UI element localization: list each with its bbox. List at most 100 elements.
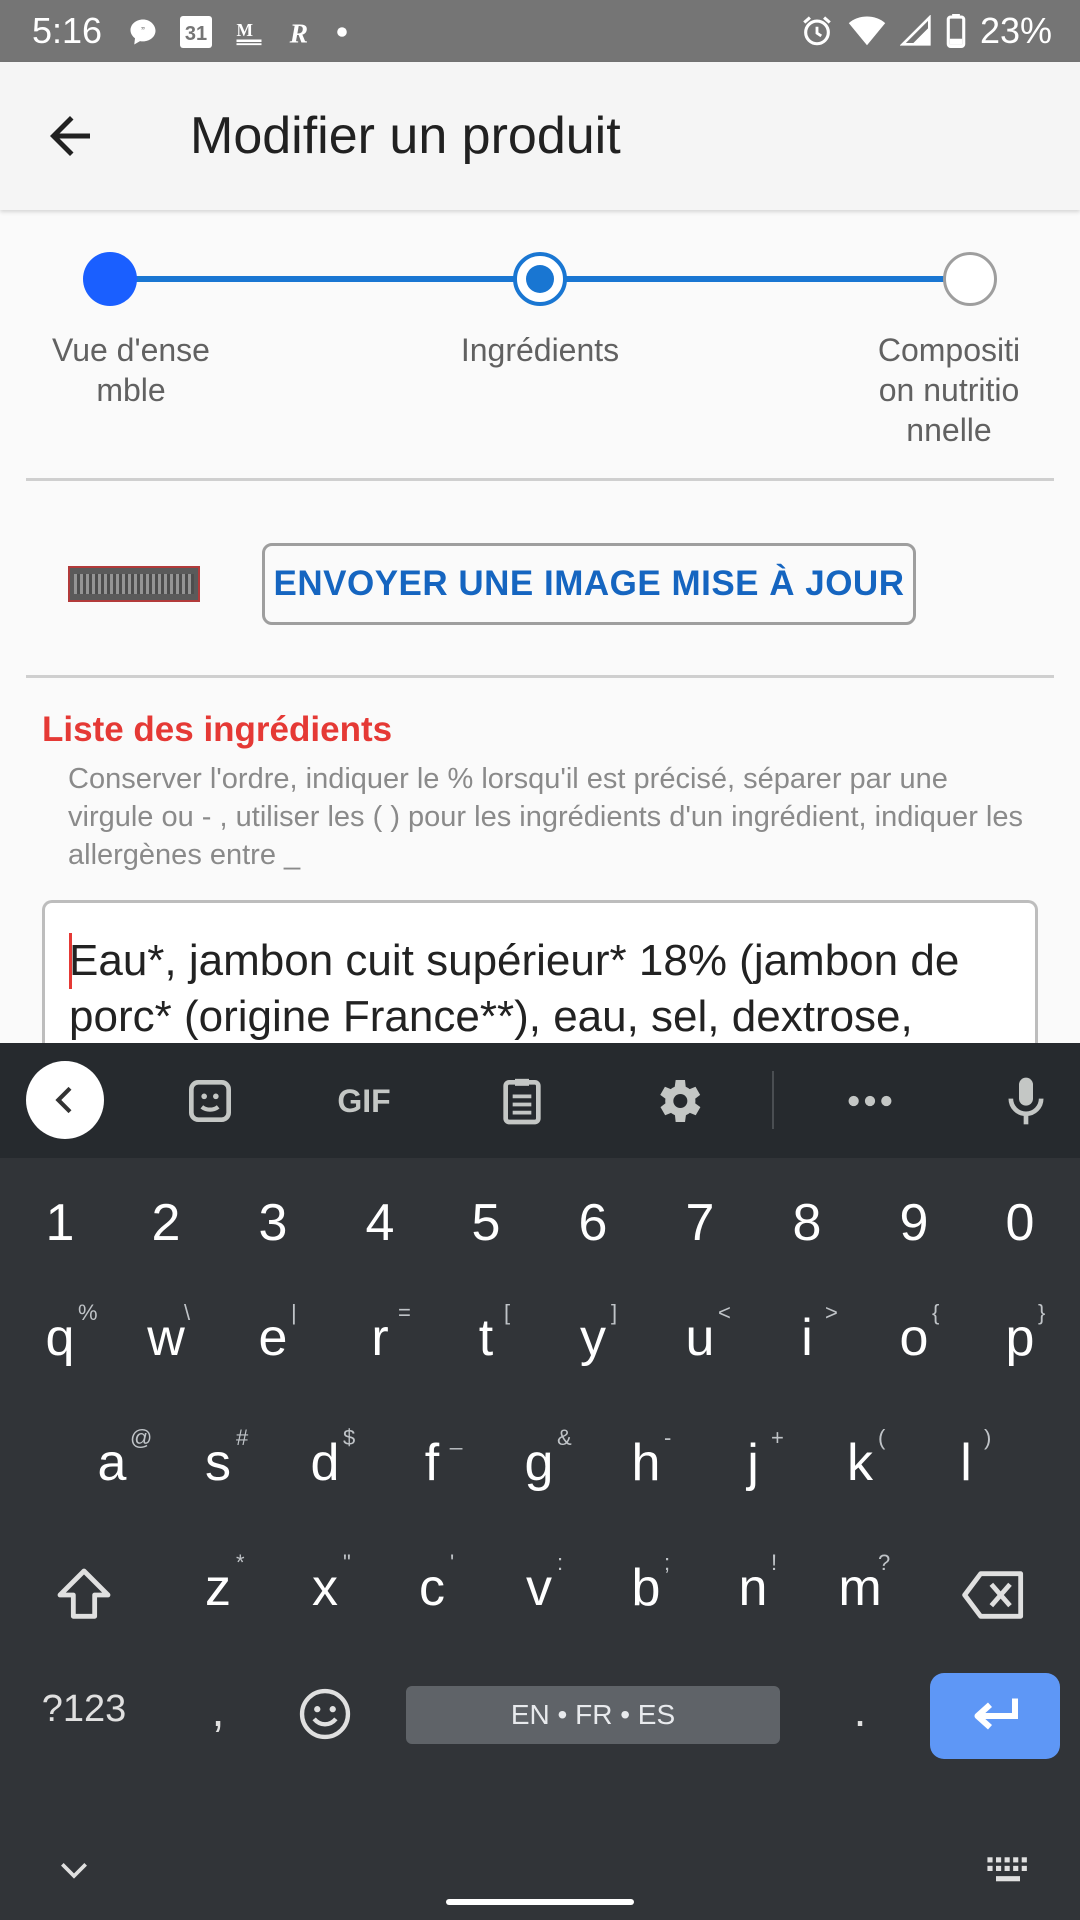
key-label: z — [205, 1559, 231, 1617]
key-label: w — [147, 1309, 185, 1367]
key-o[interactable]: o{ — [874, 1300, 954, 1368]
key-hint: * — [236, 1550, 245, 1575]
key-2[interactable]: 2 — [126, 1193, 206, 1253]
key-6[interactable]: 6 — [553, 1193, 633, 1253]
keyboard-switch-icon[interactable] — [984, 1853, 1032, 1889]
key-l[interactable]: l) — [926, 1425, 1006, 1493]
key-j[interactable]: j + — [713, 1425, 793, 1493]
key-e[interactable]: e | — [233, 1300, 313, 1368]
key-label: a — [97, 1434, 127, 1492]
key-label: c — [419, 1559, 445, 1617]
key-g[interactable]: g & — [499, 1425, 579, 1493]
key-u[interactable]: u < — [660, 1300, 740, 1368]
step-dot-overview[interactable] — [83, 252, 137, 306]
enter-icon — [974, 1698, 1018, 1730]
settings-icon[interactable] — [650, 1063, 706, 1139]
key-1[interactable]: 1 — [20, 1193, 100, 1253]
enter-key[interactable] — [930, 1673, 1060, 1759]
key-d[interactable]: d $ — [285, 1425, 365, 1493]
key-z[interactable]: z * — [178, 1550, 258, 1618]
step-label-overview[interactable]: Vue d'ense mble — [31, 330, 231, 410]
key-b[interactable]: b; — [606, 1550, 686, 1618]
ingredients-input[interactable]: Eau*, jambon cuit supérieur* 18% (jambon… — [42, 900, 1038, 1045]
calendar-day: 31 — [184, 23, 208, 45]
key-hint: < — [718, 1300, 731, 1325]
key-s[interactable]: s # — [178, 1425, 258, 1493]
key-4[interactable]: 4 — [340, 1193, 420, 1253]
key-0[interactable]: 0 — [980, 1193, 1060, 1253]
key-3[interactable]: 3 — [233, 1193, 313, 1253]
key-label: f — [424, 1434, 440, 1492]
system-icons: 23% — [800, 10, 1052, 52]
space-bar[interactable]: EN • FR • ES — [406, 1686, 780, 1744]
ingredients-input-value[interactable]: Eau*, jambon cuit supérieur* 18% (jambon… — [69, 933, 1029, 1045]
key-i[interactable]: i > — [767, 1300, 847, 1368]
key-c[interactable]: c ' — [392, 1550, 472, 1618]
step-label-ingredients[interactable]: Ingrédients — [440, 330, 640, 370]
step-dot-nutrition[interactable] — [943, 252, 997, 306]
wifi-icon — [848, 16, 886, 46]
svg-text:M: M — [237, 20, 254, 40]
key-label: 5 — [471, 1194, 501, 1252]
key-7[interactable]: 7 — [660, 1193, 740, 1253]
key-hint: ; — [664, 1550, 671, 1575]
key-y[interactable]: y] — [553, 1300, 633, 1368]
key-k[interactable]: k( — [820, 1425, 900, 1493]
key-label: 3 — [258, 1194, 288, 1252]
key-w[interactable]: w \ — [126, 1300, 206, 1368]
key-label: s — [205, 1434, 231, 1492]
key-m[interactable]: m? — [820, 1550, 900, 1618]
sticker-icon[interactable] — [182, 1063, 238, 1139]
key-hint: $ — [343, 1425, 356, 1450]
dot-icon — [337, 27, 347, 37]
gif-button[interactable]: GIF — [326, 1063, 402, 1139]
status-bar: 5:16 ” 31 M R 23% — [0, 0, 1080, 62]
soft-keyboard: GIF 1 2 3 4 5 6 7 8 9 0 q% w \ e | r = t[ y] u < i > o{ p} a @ s # d $… — [0, 1043, 1080, 1920]
backspace-icon[interactable] — [958, 1563, 1030, 1627]
key-x[interactable]: x " — [285, 1550, 365, 1618]
key-hint: @ — [130, 1425, 153, 1450]
shift-icon[interactable] — [52, 1563, 116, 1627]
key-hint: ! — [771, 1550, 778, 1575]
key-5[interactable]: 5 — [446, 1193, 526, 1253]
key-8[interactable]: 8 — [767, 1193, 847, 1253]
key-n[interactable]: n! — [713, 1550, 793, 1618]
ingredients-image-thumbnail[interactable] — [68, 566, 200, 602]
comma-key[interactable]: , — [198, 1683, 238, 1737]
back-chevron-icon[interactable] — [26, 1061, 104, 1139]
period-key[interactable]: . — [840, 1683, 880, 1737]
key-hint: > — [825, 1300, 838, 1325]
key-label: y — [580, 1309, 606, 1367]
text-cursor — [69, 933, 72, 989]
gesture-nav-handle[interactable] — [446, 1899, 634, 1905]
key-r[interactable]: r = — [340, 1300, 420, 1368]
divider — [26, 478, 1054, 481]
key-label: r — [371, 1309, 389, 1367]
key-f[interactable]: f _ — [392, 1425, 472, 1493]
upload-updated-image-button[interactable]: ENVOYER UNE IMAGE MISE À JOUR — [262, 543, 916, 625]
key-v[interactable]: v: — [499, 1550, 579, 1618]
key-q[interactable]: q% — [20, 1300, 100, 1368]
mic-icon[interactable] — [998, 1063, 1054, 1139]
divider — [26, 675, 1054, 678]
step-connector-1 — [132, 276, 518, 282]
key-label: m — [838, 1559, 882, 1617]
emoji-icon[interactable] — [296, 1685, 354, 1743]
key-t[interactable]: t[ — [446, 1300, 526, 1368]
clipboard-icon[interactable] — [494, 1063, 550, 1139]
key-9[interactable]: 9 — [874, 1193, 954, 1253]
symbols-key[interactable]: ?123 — [34, 1688, 134, 1731]
back-arrow-icon[interactable] — [40, 106, 100, 166]
hide-keyboard-chevron-icon[interactable] — [54, 1851, 94, 1891]
step-label-nutrition[interactable]: Compositi on nutritio nnelle — [849, 330, 1049, 450]
key-label: g — [524, 1434, 554, 1492]
signal-icon — [899, 15, 931, 46]
key-p[interactable]: p} — [980, 1300, 1060, 1368]
step-dot-ingredients[interactable] — [513, 252, 567, 306]
key-h[interactable]: h- — [606, 1425, 686, 1493]
more-icon[interactable] — [842, 1063, 898, 1139]
key-label: 4 — [365, 1194, 395, 1252]
key-label: l — [960, 1434, 972, 1492]
key-hint: [ — [504, 1300, 511, 1325]
key-a[interactable]: a @ — [72, 1425, 153, 1493]
